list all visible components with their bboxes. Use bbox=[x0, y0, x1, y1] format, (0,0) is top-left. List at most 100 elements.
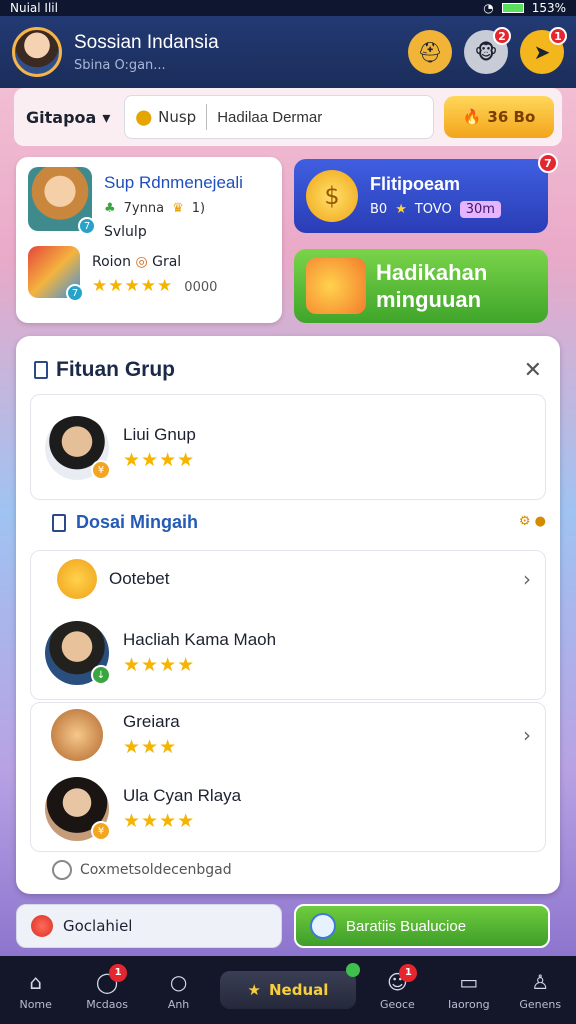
member-name: Liui Gnup bbox=[123, 425, 196, 444]
cards-image: 7 bbox=[28, 246, 84, 302]
divider bbox=[206, 104, 208, 130]
member-info: Ula Cyan Rlaya ★★★★ bbox=[123, 786, 241, 832]
member-info: Hacliah Kama Maoh ★★★★ bbox=[123, 630, 276, 676]
list-item-name: Ula Cyan Rlaya bbox=[123, 786, 242, 805]
promo-meta-b: TOVO bbox=[414, 202, 452, 217]
nav-home[interactable]: ⌂ Nome bbox=[6, 970, 66, 1011]
profile-rating: ★★★★★ 0000 bbox=[92, 276, 217, 296]
screen-icon: ▭ bbox=[459, 969, 479, 994]
nav-label: Nome bbox=[19, 997, 52, 1011]
nav-label: Geoce bbox=[379, 997, 415, 1011]
wifi-icon: ◔ bbox=[483, 1, 494, 15]
search-box[interactable]: ⬤ Nusp bbox=[124, 95, 434, 139]
monkey-icon[interactable]: 🐵 2 bbox=[464, 27, 511, 74]
social-button[interactable]: Goclahiel bbox=[16, 904, 282, 948]
profile-card[interactable]: 7 Sup Rdnmenejeali ♣ 7ynna ♛ 1) Svlulp 7… bbox=[16, 157, 282, 323]
nav-label: Iaorong bbox=[447, 997, 490, 1011]
rating-stars: ★★★★★ bbox=[92, 276, 174, 296]
nav-groups[interactable]: ☺ 1 Geoce bbox=[367, 963, 427, 1011]
rating-count: 0000 bbox=[184, 280, 218, 295]
nav-search[interactable]: ○ Anh bbox=[149, 970, 209, 1011]
list-item-name: Hacliah Kama Maoh bbox=[123, 630, 277, 649]
member-avatar: ¥ bbox=[45, 777, 111, 841]
stat-a: 7ynna bbox=[123, 201, 165, 216]
footer-note: Coxmetsoldecenbgad bbox=[52, 860, 232, 880]
coins-button[interactable]: 🔥 36 Bo bbox=[444, 96, 554, 138]
header-text: Sossian Indansia Sbina O:gan... bbox=[74, 32, 219, 73]
level-badge: 7 bbox=[66, 284, 84, 302]
section-title: Dosai Mingaih bbox=[52, 512, 198, 533]
sub-value: Gral bbox=[152, 254, 182, 270]
level-badge: 7 bbox=[78, 217, 96, 235]
section-action-icon[interactable]: ⚙ ● bbox=[519, 514, 546, 529]
reward-text: Hadikahan minguuan bbox=[376, 259, 487, 313]
primary-action-button[interactable]: Baratiis Bualucioe bbox=[294, 904, 550, 948]
profile-stats: ♣ 7ynna ♛ 1) bbox=[104, 201, 243, 216]
share-icon[interactable]: ➤ 1 bbox=[520, 27, 567, 74]
user-avatar[interactable] bbox=[12, 27, 62, 77]
search-icon: ○ bbox=[169, 969, 188, 994]
document-icon bbox=[34, 361, 48, 379]
panel-title: Fituan Grup bbox=[56, 358, 175, 381]
level-badge: ¥ bbox=[91, 460, 111, 480]
info-icon bbox=[52, 860, 72, 880]
battery-icon bbox=[501, 3, 524, 13]
list-item[interactable]: Ootebet › bbox=[31, 551, 545, 607]
promo-title: Flitipoeam bbox=[370, 174, 461, 194]
user-icon: ♙ bbox=[531, 969, 550, 994]
reward-line1: Hadikahan bbox=[376, 260, 488, 285]
chevron-right-icon[interactable]: › bbox=[523, 567, 531, 591]
notification-badge: 1 bbox=[399, 963, 418, 982]
list-item-name: Ootebet bbox=[109, 569, 170, 588]
ladybug-icon bbox=[31, 915, 53, 937]
battery-text: 153% bbox=[531, 1, 566, 15]
nav-label: Genens bbox=[519, 997, 562, 1011]
member-info: Liui Gnup ★★★★ bbox=[123, 425, 196, 471]
panel-header: Fituan Grup ✕ bbox=[16, 336, 560, 386]
promo-meta: B0 ★ TOVO 30m bbox=[370, 201, 501, 218]
list-item[interactable]: ↓ Hacliah Kama Maoh ★★★★ bbox=[31, 607, 545, 699]
member-stars: ★★★★ bbox=[123, 810, 196, 832]
top-member-card[interactable]: ¥ Liui Gnup ★★★★ bbox=[30, 394, 546, 500]
nav-screen[interactable]: ▭ Iaorong bbox=[439, 970, 499, 1011]
chevron-right-icon[interactable]: › bbox=[523, 723, 531, 747]
status-left: Nuial Ilil bbox=[10, 1, 58, 15]
list-item[interactable]: Greiara ★★★ › bbox=[31, 703, 545, 767]
promo-card[interactable]: $ Flitipoeam B0 ★ TOVO 30m 7 bbox=[294, 153, 558, 233]
monkey-avatar bbox=[51, 709, 103, 761]
nav-label: Anh bbox=[167, 997, 190, 1011]
search-input[interactable] bbox=[217, 108, 423, 126]
nav-featured[interactable]: ★ Nedual bbox=[219, 963, 360, 1009]
app-header: Sossian Indansia Sbina O:gan... ⛑ 🐵 2 ➤ … bbox=[0, 16, 576, 88]
nav-featured-label: Nedual bbox=[268, 981, 329, 999]
primary-action-label: Baratiis Bualucioe bbox=[346, 917, 467, 935]
member-avatar: ¥ bbox=[45, 416, 111, 480]
nav-messages[interactable]: ◯ 1 Mcdaos bbox=[77, 963, 137, 1011]
clover-icon: ♣ bbox=[104, 201, 116, 216]
search-prefix: ⬤ Nusp bbox=[135, 108, 196, 126]
reward-card[interactable]: Hadikahan minguuan bbox=[294, 249, 548, 323]
member-avatar: ↓ bbox=[45, 621, 111, 685]
profile-image: 7 bbox=[28, 167, 96, 235]
person-icon bbox=[310, 913, 336, 939]
notification-badge: 2 bbox=[493, 27, 511, 45]
member-stars: ★★★★ bbox=[123, 449, 196, 471]
nav-profile[interactable]: ♙ Genens bbox=[510, 970, 570, 1011]
dropdown-label: Gitapoa bbox=[26, 107, 97, 127]
category-dropdown[interactable]: Gitapoa ▾ bbox=[22, 108, 114, 127]
notification-badge: 1 bbox=[109, 963, 128, 982]
sub-label: Roion bbox=[92, 254, 131, 270]
bottom-nav: ⌂ Nome ◯ 1 Mcdaos ○ Anh ★ Nedual ☺ 1 Geo… bbox=[0, 956, 576, 1024]
group-panel: Fituan Grup ✕ ¥ Liui Gnup ★★★★ Dosai Min… bbox=[16, 336, 560, 894]
search-row: Gitapoa ▾ ⬤ Nusp 🔥 36 Bo bbox=[14, 88, 562, 146]
close-icon[interactable]: ✕ bbox=[524, 358, 542, 383]
helmet-avatar-icon[interactable]: ⛑ bbox=[408, 30, 452, 74]
trophy-icon: ♛ bbox=[172, 201, 184, 216]
calendar-icon bbox=[52, 513, 66, 532]
star-icon: ★ bbox=[395, 202, 407, 217]
member-stars: ★★★★ bbox=[123, 654, 196, 676]
sub-row-title: Roion ◎ Gral bbox=[92, 254, 217, 270]
status-bar: Nuial Ilil ◔ 153% bbox=[0, 0, 576, 16]
status-badge: ↓ bbox=[91, 665, 111, 685]
list-item[interactable]: ¥ Ula Cyan Rlaya ★★★★ bbox=[31, 767, 545, 851]
